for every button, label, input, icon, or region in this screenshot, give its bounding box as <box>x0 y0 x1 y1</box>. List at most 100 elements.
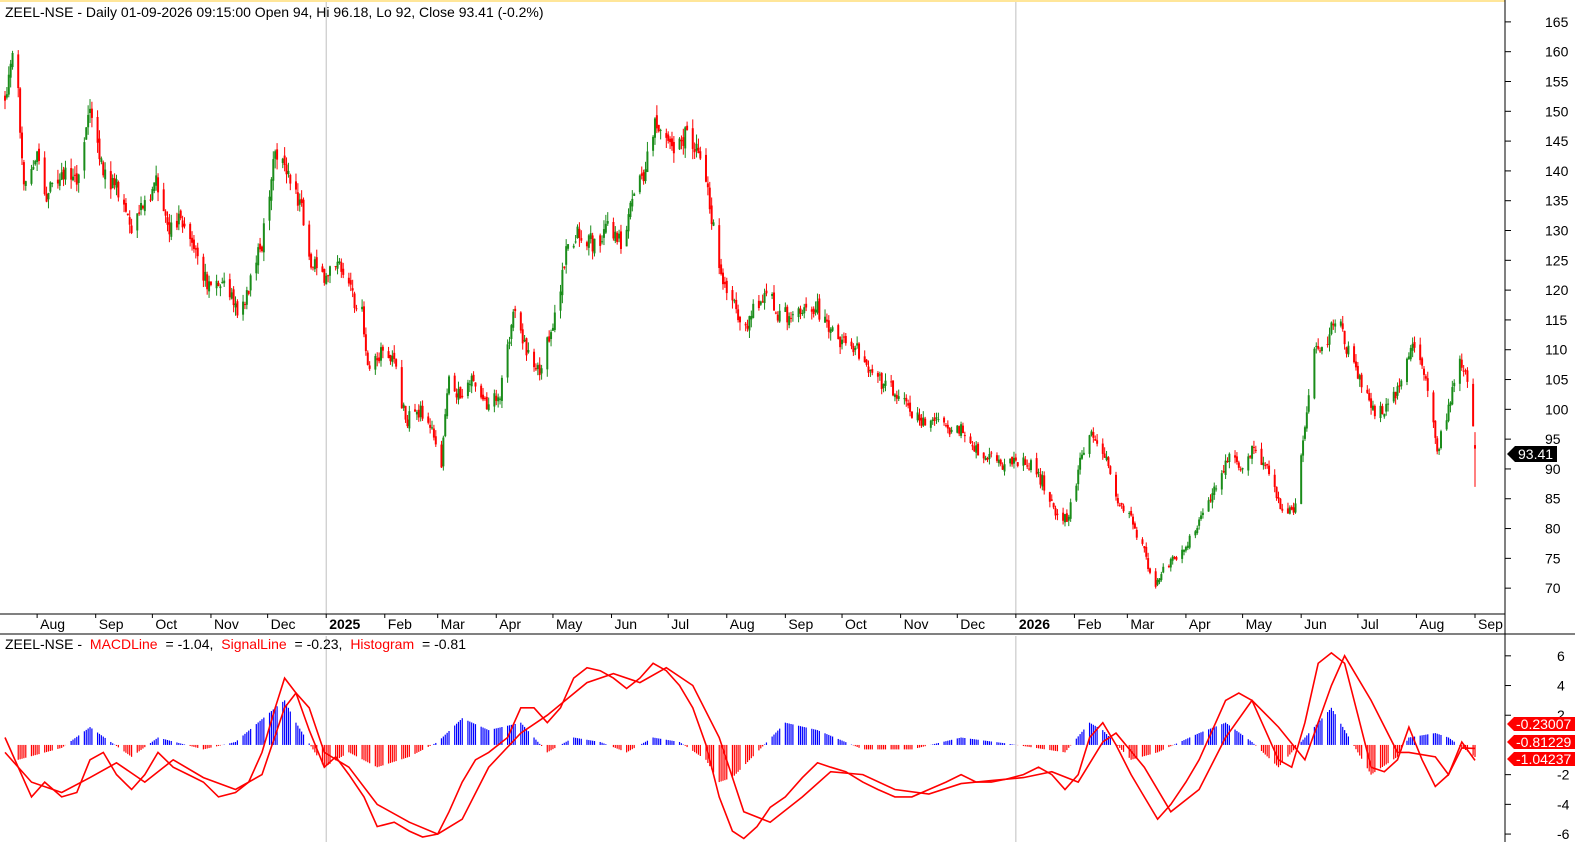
candle-body <box>466 382 469 397</box>
candle-body <box>72 176 75 181</box>
candle-body <box>1101 443 1104 454</box>
candle-body <box>140 203 143 211</box>
candle-body <box>327 275 330 277</box>
candle-body <box>642 172 645 182</box>
candle-body <box>1092 432 1095 438</box>
candle-body <box>378 357 381 362</box>
candle-body <box>495 395 498 401</box>
candle-body <box>618 233 621 239</box>
candle-body <box>1132 516 1135 525</box>
candle-body <box>289 174 292 184</box>
candle-body <box>1343 330 1346 345</box>
candle-body <box>1096 440 1099 444</box>
candle-body <box>36 151 39 163</box>
y-tick-label: 140 <box>1545 163 1569 179</box>
candle-body <box>1169 559 1172 568</box>
candle-body <box>431 427 434 429</box>
x-tick-label: 2026 <box>1019 616 1050 632</box>
candle-body <box>788 316 791 326</box>
candle-body <box>395 359 398 367</box>
candle-body <box>909 402 912 412</box>
candle-body <box>1434 420 1437 438</box>
candle-body <box>735 299 738 310</box>
candle-body <box>863 356 866 363</box>
candle-body <box>606 221 609 224</box>
candle-body <box>230 292 233 299</box>
candle-body <box>1183 549 1186 552</box>
candle-body <box>1222 471 1225 473</box>
candle-body <box>310 254 313 268</box>
candle-body <box>136 213 139 231</box>
candle-body <box>975 445 978 453</box>
x-tick-label: Nov <box>214 616 239 632</box>
candle-body <box>87 114 90 128</box>
candle-body <box>858 343 861 359</box>
candle-body <box>480 385 483 398</box>
candle-body <box>950 429 953 432</box>
candle-body <box>215 280 218 289</box>
candle-body <box>1379 405 1382 419</box>
candle-body <box>784 307 787 312</box>
candle-body <box>164 211 167 216</box>
candle-body <box>1075 485 1078 501</box>
candle-body <box>1001 465 1004 470</box>
candle-body <box>1422 368 1425 375</box>
candle-body <box>1462 370 1465 372</box>
candle-body <box>1339 321 1342 326</box>
candle-body <box>565 246 568 265</box>
candle-body <box>1052 503 1055 508</box>
candle-body <box>1062 512 1065 521</box>
candle-body <box>1315 345 1318 347</box>
candle-body <box>1279 498 1282 510</box>
candle-body <box>704 154 707 182</box>
candle-body <box>1024 459 1027 465</box>
candle-body <box>971 445 974 447</box>
candle-body <box>170 222 173 237</box>
candle-body <box>723 281 726 285</box>
candle-body <box>98 138 101 160</box>
candle-body <box>1082 452 1085 455</box>
candle-body <box>956 425 959 433</box>
candle-body <box>296 192 299 206</box>
candle-body <box>929 420 932 428</box>
candle-body <box>351 288 354 291</box>
candle-body <box>1200 515 1203 519</box>
candle-body <box>678 138 681 150</box>
candle-body <box>1268 465 1271 475</box>
candle-body <box>1449 402 1452 406</box>
candle-body <box>455 393 458 398</box>
candle-body <box>1460 359 1463 368</box>
candle-body <box>797 308 800 318</box>
candle-body <box>232 289 235 306</box>
candle-body <box>192 239 195 249</box>
candle-body <box>217 282 220 287</box>
candle-body <box>839 336 842 348</box>
candle-body <box>812 308 815 315</box>
candle-body <box>1281 508 1284 511</box>
candle-body <box>49 182 52 192</box>
candle-body <box>1275 486 1278 499</box>
candle-body <box>903 398 906 400</box>
price-header: ZEEL-NSE - Daily 01-09-2026 09:15:00 Ope… <box>5 4 544 20</box>
candle-body <box>527 350 530 353</box>
candle-body <box>260 246 263 251</box>
candle-body <box>43 157 46 195</box>
candle-body <box>1067 516 1070 521</box>
candle-body <box>1054 508 1057 516</box>
candle-body <box>434 436 437 445</box>
candle-body <box>1234 455 1237 458</box>
candle-body <box>9 63 12 78</box>
candle-body <box>1353 346 1356 363</box>
candle-body <box>1345 347 1348 354</box>
candle-body <box>1405 358 1408 382</box>
candle-body <box>1022 457 1025 466</box>
candle-body <box>440 444 443 468</box>
candle-body <box>948 427 951 435</box>
candle-body <box>578 228 581 239</box>
candle-body <box>563 266 566 269</box>
candle-body <box>1262 462 1265 466</box>
macd-tag-value: -1.04237 <box>1516 751 1571 767</box>
candle-body <box>499 398 502 400</box>
candle-body <box>32 166 35 170</box>
candle-body <box>4 95 6 101</box>
